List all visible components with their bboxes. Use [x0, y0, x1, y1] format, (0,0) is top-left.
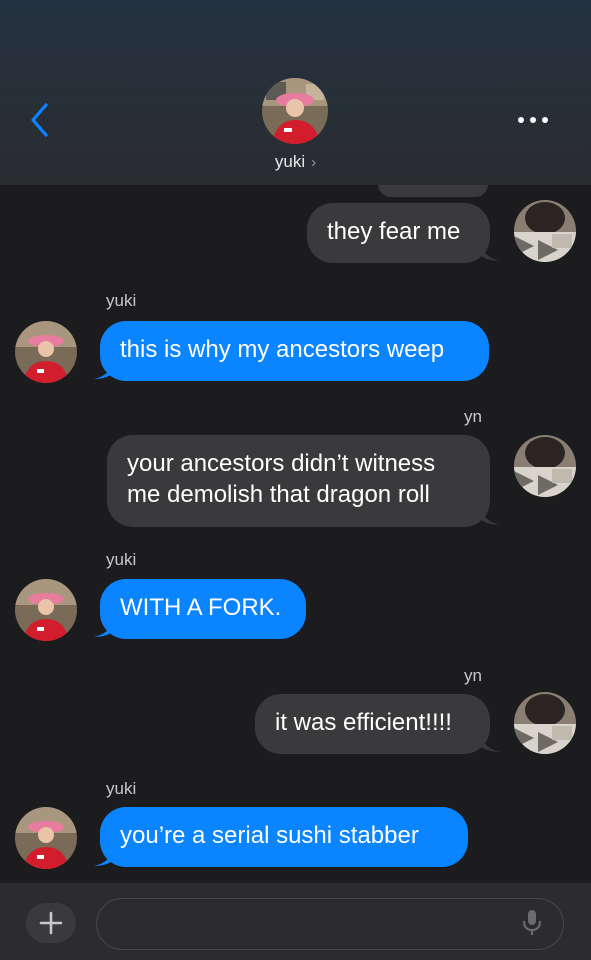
contact-avatar[interactable] — [262, 78, 328, 144]
outgoing-message[interactable]: your ancestors didn’t witness me demolis… — [107, 435, 490, 527]
message-text-line: me demolish that dragon roll — [127, 481, 430, 508]
message-input[interactable] — [96, 898, 564, 950]
contact-avatar-small[interactable] — [15, 579, 77, 641]
attach-button[interactable] — [26, 903, 76, 943]
conversation-header: yuki › — [0, 0, 591, 185]
contact-name-row[interactable]: yuki › — [0, 152, 591, 172]
plus-icon — [39, 911, 63, 935]
more-options-button[interactable] — [514, 110, 554, 130]
chevron-right-icon: › — [311, 154, 317, 171]
back-button[interactable] — [26, 100, 56, 140]
sender-name: yuki — [106, 291, 137, 310]
contact-name: yuki — [274, 152, 306, 171]
previous-message-bubble — [378, 185, 488, 197]
bubble-tail — [478, 730, 500, 752]
sender-name: yuki — [106, 779, 137, 798]
ellipsis-icon — [518, 117, 548, 123]
my-avatar[interactable] — [514, 435, 576, 497]
message-text: WITH A FORK. — [120, 594, 282, 621]
outgoing-message[interactable]: it was efficient!!!! — [255, 694, 490, 754]
sender-name: yn — [464, 407, 482, 426]
bubble-tail — [478, 239, 500, 261]
my-avatar[interactable] — [514, 692, 576, 754]
incoming-message[interactable]: you’re a serial sushi stabber — [100, 807, 468, 867]
message-thread[interactable]: they fear me yuki this is why my ancesto… — [0, 185, 591, 883]
bubble-tail — [478, 503, 500, 525]
dictation-button[interactable] — [520, 908, 544, 938]
message-text: this is why my ancestors weep — [120, 336, 445, 363]
sender-name: yuki — [106, 550, 137, 569]
contact-avatar-small[interactable] — [15, 321, 77, 383]
message-text-line: your ancestors didn’t witness — [127, 450, 436, 477]
message-text: you’re a serial sushi stabber — [120, 822, 419, 849]
outgoing-message[interactable]: they fear me — [307, 203, 490, 263]
message-text: they fear me — [327, 218, 461, 245]
chevron-left-icon — [31, 103, 48, 137]
contact-avatar-small[interactable] — [15, 807, 77, 869]
mic-icon — [523, 910, 541, 935]
sender-name: yn — [464, 666, 482, 685]
my-avatar[interactable] — [514, 200, 576, 262]
incoming-message[interactable]: this is why my ancestors weep — [100, 321, 489, 381]
message-text: it was efficient!!!! — [275, 709, 452, 736]
incoming-message[interactable]: WITH A FORK. — [100, 579, 306, 639]
